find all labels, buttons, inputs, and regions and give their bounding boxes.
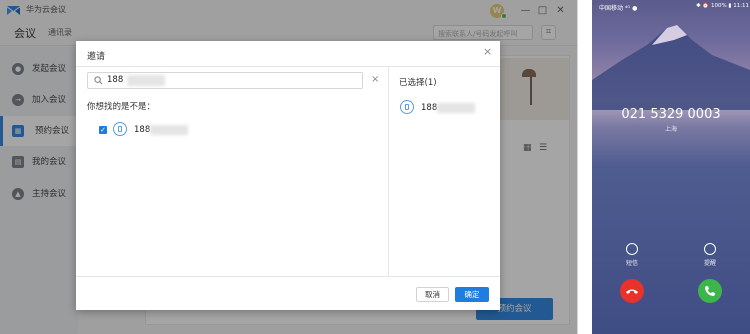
phone-incoming-call-screen: 中国移动 ⁴ᴳ ● ✱ ⏰ 100% ▮ 11:11 021 5329 0003…: [592, 0, 750, 334]
message-label: 短信: [626, 260, 639, 267]
selected-title: 已选择(1): [399, 78, 437, 88]
search-value: 188: [107, 75, 124, 85]
caller-location: 上海: [664, 126, 677, 133]
close-icon[interactable]: ×: [483, 45, 492, 58]
caller-number: 021 5329 0003: [621, 107, 721, 122]
alarm-icon[interactable]: [704, 243, 716, 255]
redacted-digits: [127, 75, 165, 86]
invite-dialog: 邀请 × 188 × 你想找的是不是： ✓ 188 已选择(1) 188 取消 …: [76, 41, 500, 310]
selected-number[interactable]: 188: [421, 103, 437, 113]
system-status: ✱ ⏰ 100% ▮ 11:11: [696, 3, 750, 9]
accept-call-button[interactable]: [698, 279, 722, 303]
redacted-digits: [437, 103, 475, 113]
divider: [388, 67, 389, 276]
clear-search-icon[interactable]: ×: [371, 74, 379, 85]
result-checkbox[interactable]: ✓: [99, 126, 107, 134]
result-number[interactable]: 188: [134, 125, 150, 135]
alarm-label: 提醒: [704, 260, 717, 267]
mountain-wallpaper: [592, 25, 750, 110]
confirm-button[interactable]: 确定: [455, 287, 489, 302]
suggestion-label: 你想找的是不是：: [87, 102, 156, 112]
carrier-status: 中国移动 ⁴ᴳ ●: [599, 5, 638, 12]
hang-up-icon: [626, 289, 638, 294]
cancel-button[interactable]: 取消: [416, 287, 449, 302]
huawei-meeting-window: 华为云会议 W — □ ✕ 会议 通讯录 搜索联系人/号码发起呼叫 ⌗ ● 发起…: [0, 0, 578, 334]
phone-contact-icon: [400, 100, 414, 114]
divider: [76, 66, 500, 67]
search-icon: [94, 76, 103, 85]
phone-contact-icon: [113, 122, 127, 136]
divider: [76, 276, 500, 277]
message-icon[interactable]: [626, 243, 638, 255]
decline-call-button[interactable]: [620, 279, 644, 303]
dialog-title: 邀请: [87, 52, 106, 62]
phone-icon: [705, 286, 715, 296]
redacted-digits: [150, 125, 188, 135]
